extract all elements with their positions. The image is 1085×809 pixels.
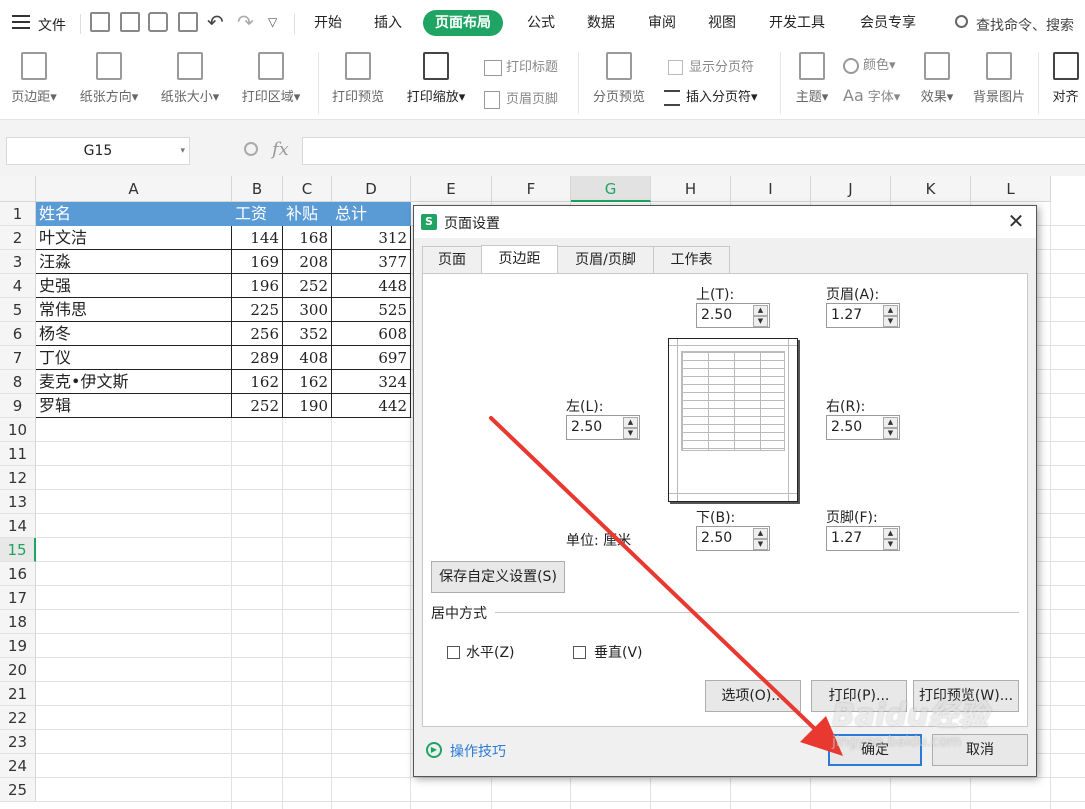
baidu-watermark: Baidu经验 jingyan.baidu.com [832,690,1032,770]
watermark-brand: Baidu经验 [832,698,989,733]
arrow-shaft [489,416,818,732]
annotation-arrow [489,416,843,756]
watermark-url: jingyan.baidu.com [832,734,962,750]
